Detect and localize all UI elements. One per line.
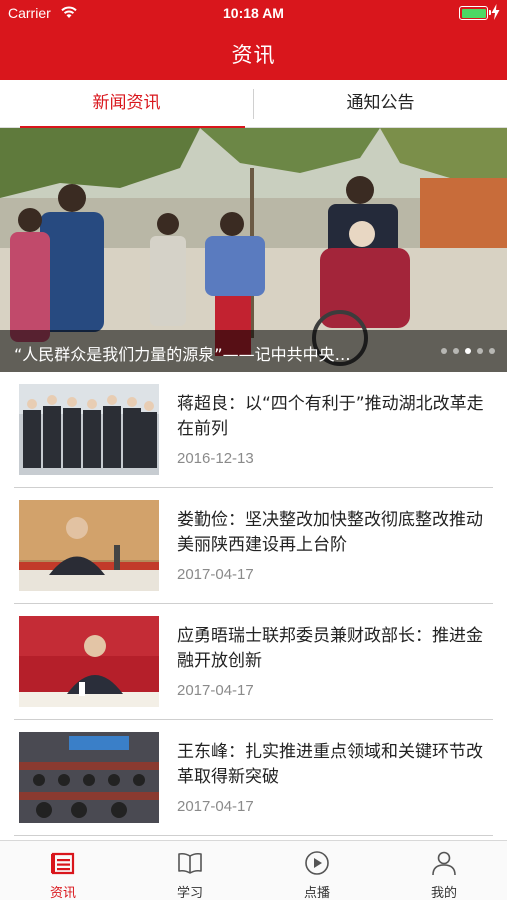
person-icon bbox=[432, 851, 456, 876]
clock: 10:18 AM bbox=[223, 5, 284, 21]
banner-caption: “人民群众是我们力量的源泉”——记中共中央… bbox=[14, 345, 351, 364]
news-thumbnail bbox=[19, 384, 159, 475]
tab-news-label: 新闻资讯 bbox=[92, 93, 161, 113]
carousel-dot[interactable] bbox=[453, 348, 459, 354]
tab-notices[interactable]: 通知公告 bbox=[254, 80, 507, 128]
news-item[interactable]: 娄勤俭：坚决整改加快整改彻底整改推动美丽陕西建设再上台阶 2017-04-17 bbox=[14, 488, 493, 604]
status-bar: Carrier 10:18 AM bbox=[0, 0, 507, 26]
news-thumbnail bbox=[19, 616, 159, 707]
tab-news[interactable]: 新闻资讯 bbox=[0, 80, 253, 129]
news-date: 2016-12-13 bbox=[177, 450, 254, 467]
tabbar-item-study[interactable]: 学习 bbox=[127, 841, 253, 900]
banner-caption-bar: “人民群众是我们力量的源泉”——记中共中央… bbox=[0, 330, 507, 372]
news-thumbnail bbox=[19, 732, 159, 823]
news-title: 应勇晤瑞士联邦委员兼财政部长：推进金融开放创新 bbox=[177, 626, 483, 671]
carousel-dot[interactable] bbox=[441, 348, 447, 354]
tabbar-item-vod[interactable]: 点播 bbox=[254, 841, 380, 900]
news-item[interactable]: 蒋超良：以“四个有利于”推动湖北改革走在前列 2016-12-13 bbox=[14, 372, 493, 488]
bottom-tab-bar: 资讯 学习 点播 我的 bbox=[0, 840, 507, 900]
segment-tabs: 新闻资讯 通知公告 bbox=[0, 80, 507, 129]
tabbar-label: 我的 bbox=[430, 886, 457, 900]
news-icon bbox=[51, 852, 75, 875]
news-title: 蒋超良：以“四个有利于”推动湖北改革走在前列 bbox=[177, 394, 484, 439]
battery-icon bbox=[459, 6, 491, 20]
tabbar-label: 点播 bbox=[303, 886, 330, 900]
carousel-dot[interactable] bbox=[477, 348, 483, 354]
tabbar-label: 学习 bbox=[176, 886, 203, 900]
news-date: 2017-04-17 bbox=[177, 798, 254, 815]
tabbar-item-news[interactable]: 资讯 bbox=[0, 841, 126, 900]
news-title: 王东峰：扎实推进重点领域和关键环节改革取得新突破 bbox=[177, 742, 483, 787]
news-list: 蒋超良：以“四个有利于”推动湖北改革走在前列 2016-12-13 娄勤俭：坚决… bbox=[0, 372, 507, 836]
nav-bar: 资讯 bbox=[0, 26, 507, 80]
carousel-indicator bbox=[441, 348, 495, 354]
charging-icon bbox=[491, 4, 500, 20]
tabbar-item-me[interactable]: 我的 bbox=[381, 841, 507, 900]
banner-carousel[interactable]: “人民群众是我们力量的源泉”——记中共中央… bbox=[0, 128, 507, 372]
tabbar-label: 资讯 bbox=[49, 886, 76, 900]
news-date: 2017-04-17 bbox=[177, 566, 254, 583]
play-icon bbox=[305, 851, 329, 875]
news-item[interactable]: 王东峰：扎实推进重点领域和关键环节改革取得新突破 2017-04-17 bbox=[14, 720, 493, 836]
carousel-dot[interactable] bbox=[489, 348, 495, 354]
news-thumbnail bbox=[19, 500, 159, 591]
page-title: 资讯 bbox=[231, 43, 276, 67]
news-date: 2017-04-17 bbox=[177, 682, 254, 699]
news-title: 娄勤俭：坚决整改加快整改彻底整改推动美丽陕西建设再上台阶 bbox=[177, 510, 483, 555]
carousel-dot-active[interactable] bbox=[465, 348, 471, 354]
tab-notices-label: 通知公告 bbox=[346, 93, 415, 113]
news-item[interactable]: 应勇晤瑞士联邦委员兼财政部长：推进金融开放创新 2017-04-17 bbox=[14, 604, 493, 720]
book-icon bbox=[178, 852, 202, 874]
